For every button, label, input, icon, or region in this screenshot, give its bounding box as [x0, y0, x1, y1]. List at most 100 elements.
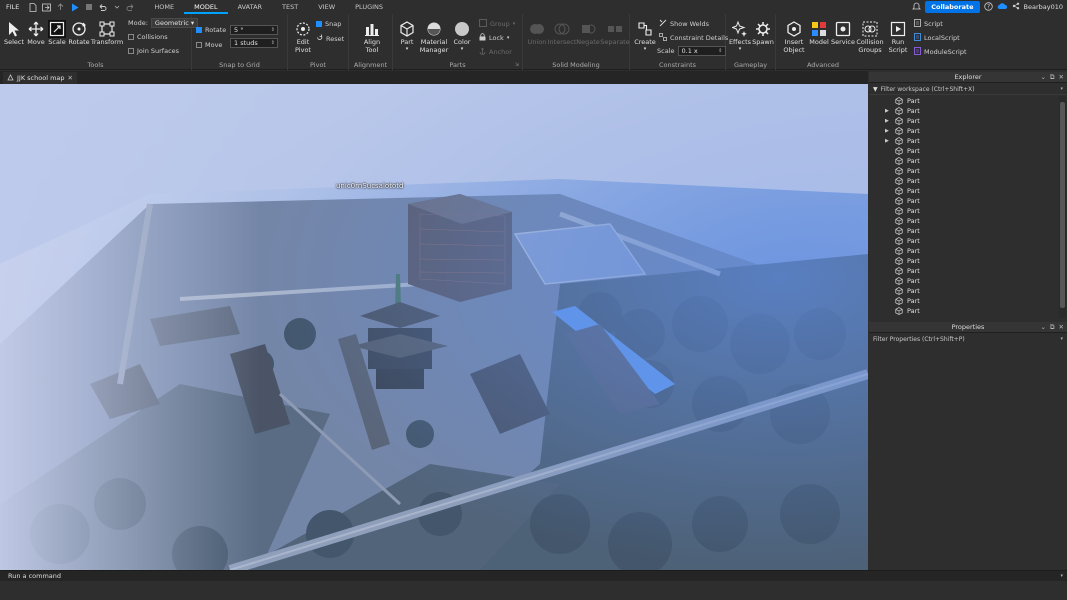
chevron-down-icon[interactable]: ⌄: [1040, 72, 1045, 83]
chevron-down-icon[interactable]: ▾: [739, 46, 742, 52]
notification-icon[interactable]: [912, 2, 922, 13]
chevron-down-icon[interactable]: ▾: [461, 46, 464, 52]
close-icon[interactable]: ✕: [1059, 322, 1064, 333]
explorer-item[interactable]: Part: [869, 226, 1060, 236]
explorer-item[interactable]: ▶ Part: [869, 126, 1060, 136]
chevron-down-icon[interactable]: [111, 2, 122, 13]
explorer-item[interactable]: Part: [869, 296, 1060, 306]
run-script-button[interactable]: Run Script: [887, 20, 909, 54]
explorer-scrollbar[interactable]: [1059, 96, 1066, 318]
chevron-down-icon[interactable]: ▾: [507, 35, 510, 41]
spinner-arrows-icon[interactable]: ⇕: [718, 47, 722, 56]
join-surfaces-row[interactable]: Join Surfaces: [128, 47, 179, 55]
expand-arrow-icon[interactable]: ▶: [885, 128, 889, 134]
move-button[interactable]: Move: [26, 20, 46, 46]
chevron-down-icon[interactable]: ▾: [644, 46, 647, 52]
help-icon[interactable]: ?: [983, 1, 993, 13]
tab-view[interactable]: VIEW: [308, 0, 345, 14]
stop-icon[interactable]: [83, 2, 94, 13]
move-snap-input[interactable]: 1 studs ⇕: [230, 38, 278, 48]
move-snap-row[interactable]: Move: [196, 41, 222, 49]
explorer-item[interactable]: Part: [869, 286, 1060, 296]
spinner-arrows-icon[interactable]: ⇕: [271, 39, 275, 48]
expand-arrow-icon[interactable]: ▶: [885, 138, 889, 144]
module-script-button[interactable]: ModuleScript: [914, 47, 967, 57]
collaborate-button[interactable]: Collaborate: [925, 1, 980, 13]
explorer-item[interactable]: Part: [869, 236, 1060, 246]
rotate-snap-row[interactable]: Rotate: [196, 26, 226, 34]
collision-groups-button[interactable]: Collision Groups: [856, 20, 884, 54]
open-file-icon[interactable]: [41, 2, 52, 13]
undock-icon[interactable]: ⧉: [1050, 72, 1055, 83]
script-button[interactable]: Script: [914, 19, 943, 29]
insert-object-button[interactable]: Insert Object: [781, 20, 807, 54]
explorer-item[interactable]: ▶ Part: [869, 136, 1060, 146]
negate-button[interactable]: Negate: [576, 20, 600, 46]
color-button[interactable]: Color ▾: [451, 20, 473, 52]
explorer-item[interactable]: Part: [869, 146, 1060, 156]
explorer-item[interactable]: Part: [869, 186, 1060, 196]
lock-button[interactable]: Lock ▾: [479, 33, 509, 43]
redo-icon[interactable]: [125, 2, 136, 13]
tab-plugins[interactable]: PLUGINS: [345, 0, 393, 14]
file-menu[interactable]: FILE: [0, 3, 25, 11]
undock-icon[interactable]: ⧉: [1050, 322, 1055, 333]
close-icon[interactable]: ✕: [68, 74, 73, 82]
pivot-reset-button[interactable]: Reset: [316, 34, 344, 43]
separate-button[interactable]: Separate: [600, 20, 630, 46]
effects-button[interactable]: Effects ▾: [729, 20, 751, 52]
service-button[interactable]: Service: [831, 20, 855, 46]
rotate-snap-checkbox[interactable]: [196, 27, 202, 33]
command-bar[interactable]: Run a command ▾: [0, 570, 1067, 581]
group-button[interactable]: Group ▾: [479, 19, 515, 29]
explorer-item[interactable]: Part: [869, 246, 1060, 256]
constraint-scale-input[interactable]: 0.1 x ⇕: [677, 46, 726, 56]
constraint-details-button[interactable]: Constraint Details: [659, 33, 728, 43]
part-button[interactable]: Part ▾: [396, 20, 418, 52]
move-snap-checkbox[interactable]: [196, 42, 202, 48]
tab-model[interactable]: MODEL: [184, 0, 228, 14]
create-constraint-button[interactable]: Create ▾: [634, 20, 656, 52]
collisions-row[interactable]: Collisions: [128, 33, 168, 41]
rotate-button[interactable]: Rotate: [68, 20, 90, 46]
cloud-icon[interactable]: [997, 2, 1008, 12]
3d-viewport[interactable]: unic0rnSucsalototd: [0, 84, 868, 570]
explorer-filter-input[interactable]: ▼ Filter workspace (Ctrl+Shift+X) ▾: [869, 84, 1067, 95]
expand-arrow-icon[interactable]: ▶: [885, 118, 889, 124]
chevron-down-icon[interactable]: ▾: [1060, 84, 1063, 95]
model-button[interactable]: Model: [808, 20, 830, 46]
new-file-icon[interactable]: [27, 2, 38, 13]
chevron-down-icon[interactable]: ▾: [513, 21, 516, 27]
material-manager-button[interactable]: Material Manager: [420, 20, 448, 54]
tab-avatar[interactable]: AVATAR: [228, 0, 272, 14]
align-tool-button[interactable]: Align Tool: [361, 20, 383, 54]
document-tab[interactable]: JJK school map ✕: [3, 72, 77, 84]
intersect-button[interactable]: Intersect: [548, 20, 576, 46]
transform-button[interactable]: Transform: [91, 20, 123, 46]
explorer-item[interactable]: Part: [869, 96, 1060, 106]
explorer-item[interactable]: Part: [869, 306, 1060, 316]
collisions-checkbox[interactable]: [128, 34, 134, 40]
explorer-item[interactable]: Part: [869, 256, 1060, 266]
select-button[interactable]: Select: [4, 20, 24, 46]
edit-pivot-button[interactable]: Edit Pivot: [292, 20, 314, 54]
spawn-button[interactable]: Spawn: [752, 20, 774, 46]
anchor-button[interactable]: Anchor: [479, 47, 512, 57]
explorer-scrollbar-thumb[interactable]: [1060, 102, 1065, 308]
publish-icon[interactable]: [55, 2, 66, 13]
spinner-arrows-icon[interactable]: ⇕: [271, 26, 275, 35]
play-icon[interactable]: [69, 2, 80, 13]
close-icon[interactable]: ✕: [1059, 72, 1064, 83]
pivot-snap-row[interactable]: Snap: [316, 20, 341, 28]
pivot-snap-checkbox[interactable]: [316, 21, 322, 27]
explorer-item[interactable]: Part: [869, 166, 1060, 176]
scale-button[interactable]: Scale: [47, 20, 67, 46]
expand-arrow-icon[interactable]: ▶: [885, 108, 889, 114]
explorer-item[interactable]: Part: [869, 176, 1060, 186]
chevron-down-icon[interactable]: ▾: [406, 46, 409, 52]
explorer-item[interactable]: ▶ Part: [869, 116, 1060, 126]
join-surfaces-checkbox[interactable]: [128, 48, 134, 54]
explorer-item[interactable]: ▶ Part: [869, 106, 1060, 116]
union-button[interactable]: Union: [525, 20, 549, 46]
undo-icon[interactable]: [97, 2, 108, 13]
